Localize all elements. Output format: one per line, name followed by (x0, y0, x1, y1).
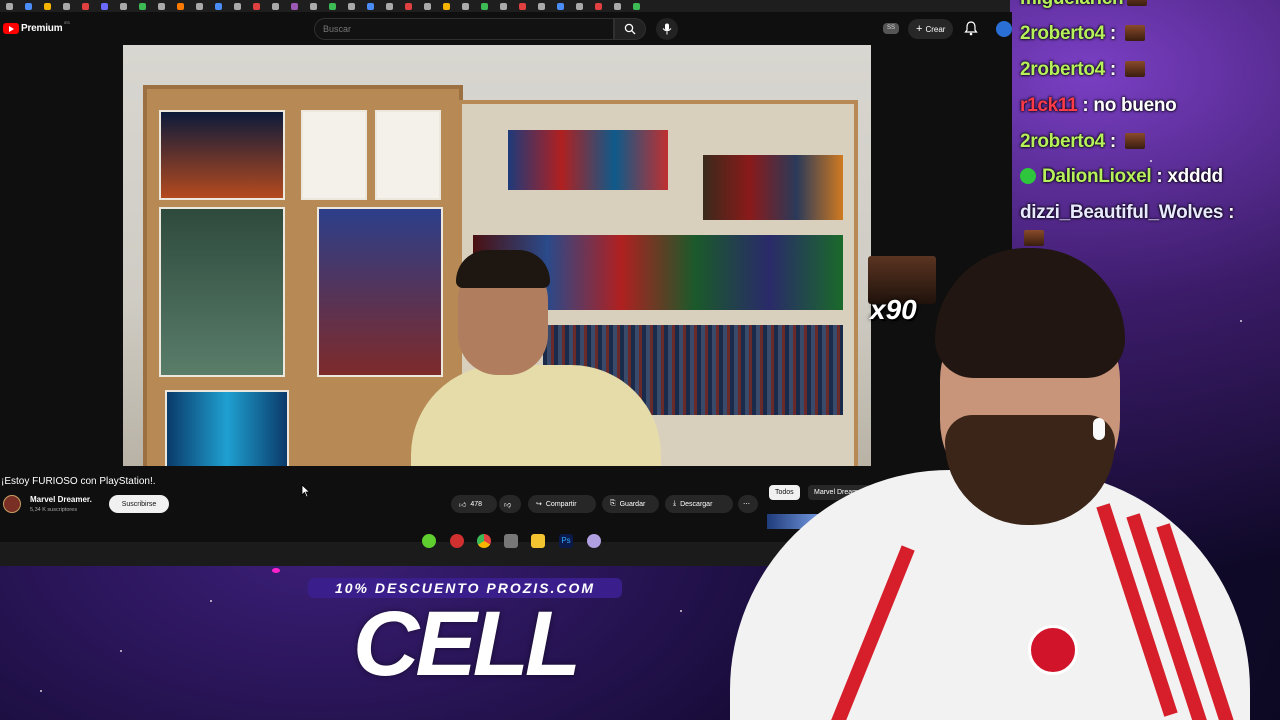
youtube-header: Premium ES SS + Crear (0, 12, 1012, 46)
account-avatar[interactable] (996, 21, 1012, 37)
chat-text: no bueno (1093, 95, 1177, 116)
chat-message: r1ck11 : no bueno (1020, 95, 1177, 116)
search-icon (624, 23, 636, 35)
like-count: 478 (470, 500, 483, 508)
save-button[interactable]: ⎘ Guardar (602, 495, 659, 513)
youtube-logo[interactable]: Premium ES (3, 20, 70, 34)
share-button[interactable]: ↪ Compartir (528, 495, 596, 513)
chat-message: 2roberto4 : (1020, 131, 1145, 153)
chat-text: xdddd (1167, 166, 1223, 187)
poster-arrow (159, 207, 285, 377)
earbud (1093, 418, 1105, 440)
photoshop-icon[interactable]: Ps (559, 534, 573, 548)
star (1150, 160, 1152, 162)
save-label: Guardar (619, 500, 646, 508)
voice-search-button[interactable] (656, 18, 678, 40)
create-label: Crear (925, 24, 946, 34)
bookmark-icon: ⎘ (610, 500, 616, 507)
star (120, 650, 122, 652)
subscribe-button[interactable]: Suscribirse (109, 495, 169, 513)
chat-username: r1ck11 (1020, 95, 1078, 116)
chat-message: 2roberto4 : (1020, 59, 1145, 81)
action-figures-top-right (703, 155, 843, 220)
download-icon: ⤓ (673, 500, 677, 507)
pink-light (272, 568, 280, 573)
mouse-cursor-icon (301, 484, 311, 498)
search-box (314, 18, 614, 40)
ss-badge[interactable]: SS (883, 23, 899, 34)
chat-emote (1127, 0, 1148, 6)
chrome-icon[interactable] (477, 534, 491, 548)
poster-blue (165, 390, 289, 466)
streamer-webcam (710, 240, 1250, 720)
taskbar-app-icon[interactable] (422, 534, 436, 548)
streamer-hair (935, 248, 1125, 378)
folder-icon[interactable] (531, 534, 545, 548)
download-label: Descargar (680, 500, 713, 508)
taskbar-app-icon[interactable] (587, 534, 601, 548)
channel-avatar[interactable] (3, 495, 21, 513)
poster-avengers (317, 207, 443, 377)
taskbar-app-icon[interactable] (504, 534, 518, 548)
star (210, 600, 212, 602)
chat-badge-icon (1020, 168, 1036, 184)
share-icon: ↪ (536, 501, 542, 508)
chat-username: 2roberto4 (1020, 23, 1105, 44)
poster-independence-day (159, 110, 285, 200)
chat-username: dizzi_Beautiful_Wolves (1020, 202, 1224, 223)
notifications-button[interactable] (964, 21, 978, 41)
chat-emote (1124, 25, 1145, 41)
chat-message: dizzi_Beautiful_Wolves : (1020, 202, 1235, 223)
search-input[interactable] (315, 19, 601, 39)
club-crest-logo (1028, 625, 1078, 675)
chat-emote (1024, 230, 1044, 246)
chat-message: miguelarich (1020, 0, 1148, 10)
browser-bookmarks-bar (0, 0, 1010, 12)
chat-username: DalionLioxel (1042, 166, 1152, 187)
chat-emote (1124, 61, 1145, 77)
action-figures-top (508, 130, 668, 190)
dislike-button[interactable]: 👎︎ (499, 495, 521, 513)
share-label: Compartir (545, 500, 577, 508)
chat-emote (1124, 133, 1145, 149)
star (40, 690, 42, 692)
logo-text: Premium (21, 23, 63, 34)
plus-icon: + (916, 23, 923, 35)
search-button[interactable] (614, 18, 646, 40)
thumbs-down-icon: 👎︎ (504, 501, 512, 509)
bell-icon (964, 21, 978, 36)
chat-username: 2roberto4 (1020, 131, 1105, 152)
star (680, 610, 682, 612)
logo-region: ES (64, 20, 70, 25)
chat-username: 2roberto4 (1020, 59, 1105, 80)
chat-message: 2roberto4 : (1020, 23, 1145, 45)
youtube-play-icon (3, 23, 19, 34)
chat-message: DalionLioxel : xdddd (1020, 166, 1223, 188)
poster-sketch (301, 110, 367, 200)
like-button[interactable]: 👍︎ 478 (451, 495, 497, 513)
create-button[interactable]: + Crear (908, 19, 954, 39)
thumbs-up-icon: 👍︎ (459, 501, 467, 509)
taskbar-app-icon[interactable] (450, 534, 464, 548)
subscriber-count: 5,34 K suscriptores (30, 507, 78, 513)
video-title: ¡Estoy FURIOSO con PlayStation!. (1, 476, 156, 487)
chat-username: miguelarich (1020, 0, 1124, 9)
channel-name[interactable]: Marvel Dreamer. (30, 495, 92, 504)
poster-sketch (375, 110, 441, 200)
microphone-icon (662, 23, 672, 35)
sponsor-logo-text: CELL (352, 593, 581, 695)
person-hair (456, 250, 550, 288)
